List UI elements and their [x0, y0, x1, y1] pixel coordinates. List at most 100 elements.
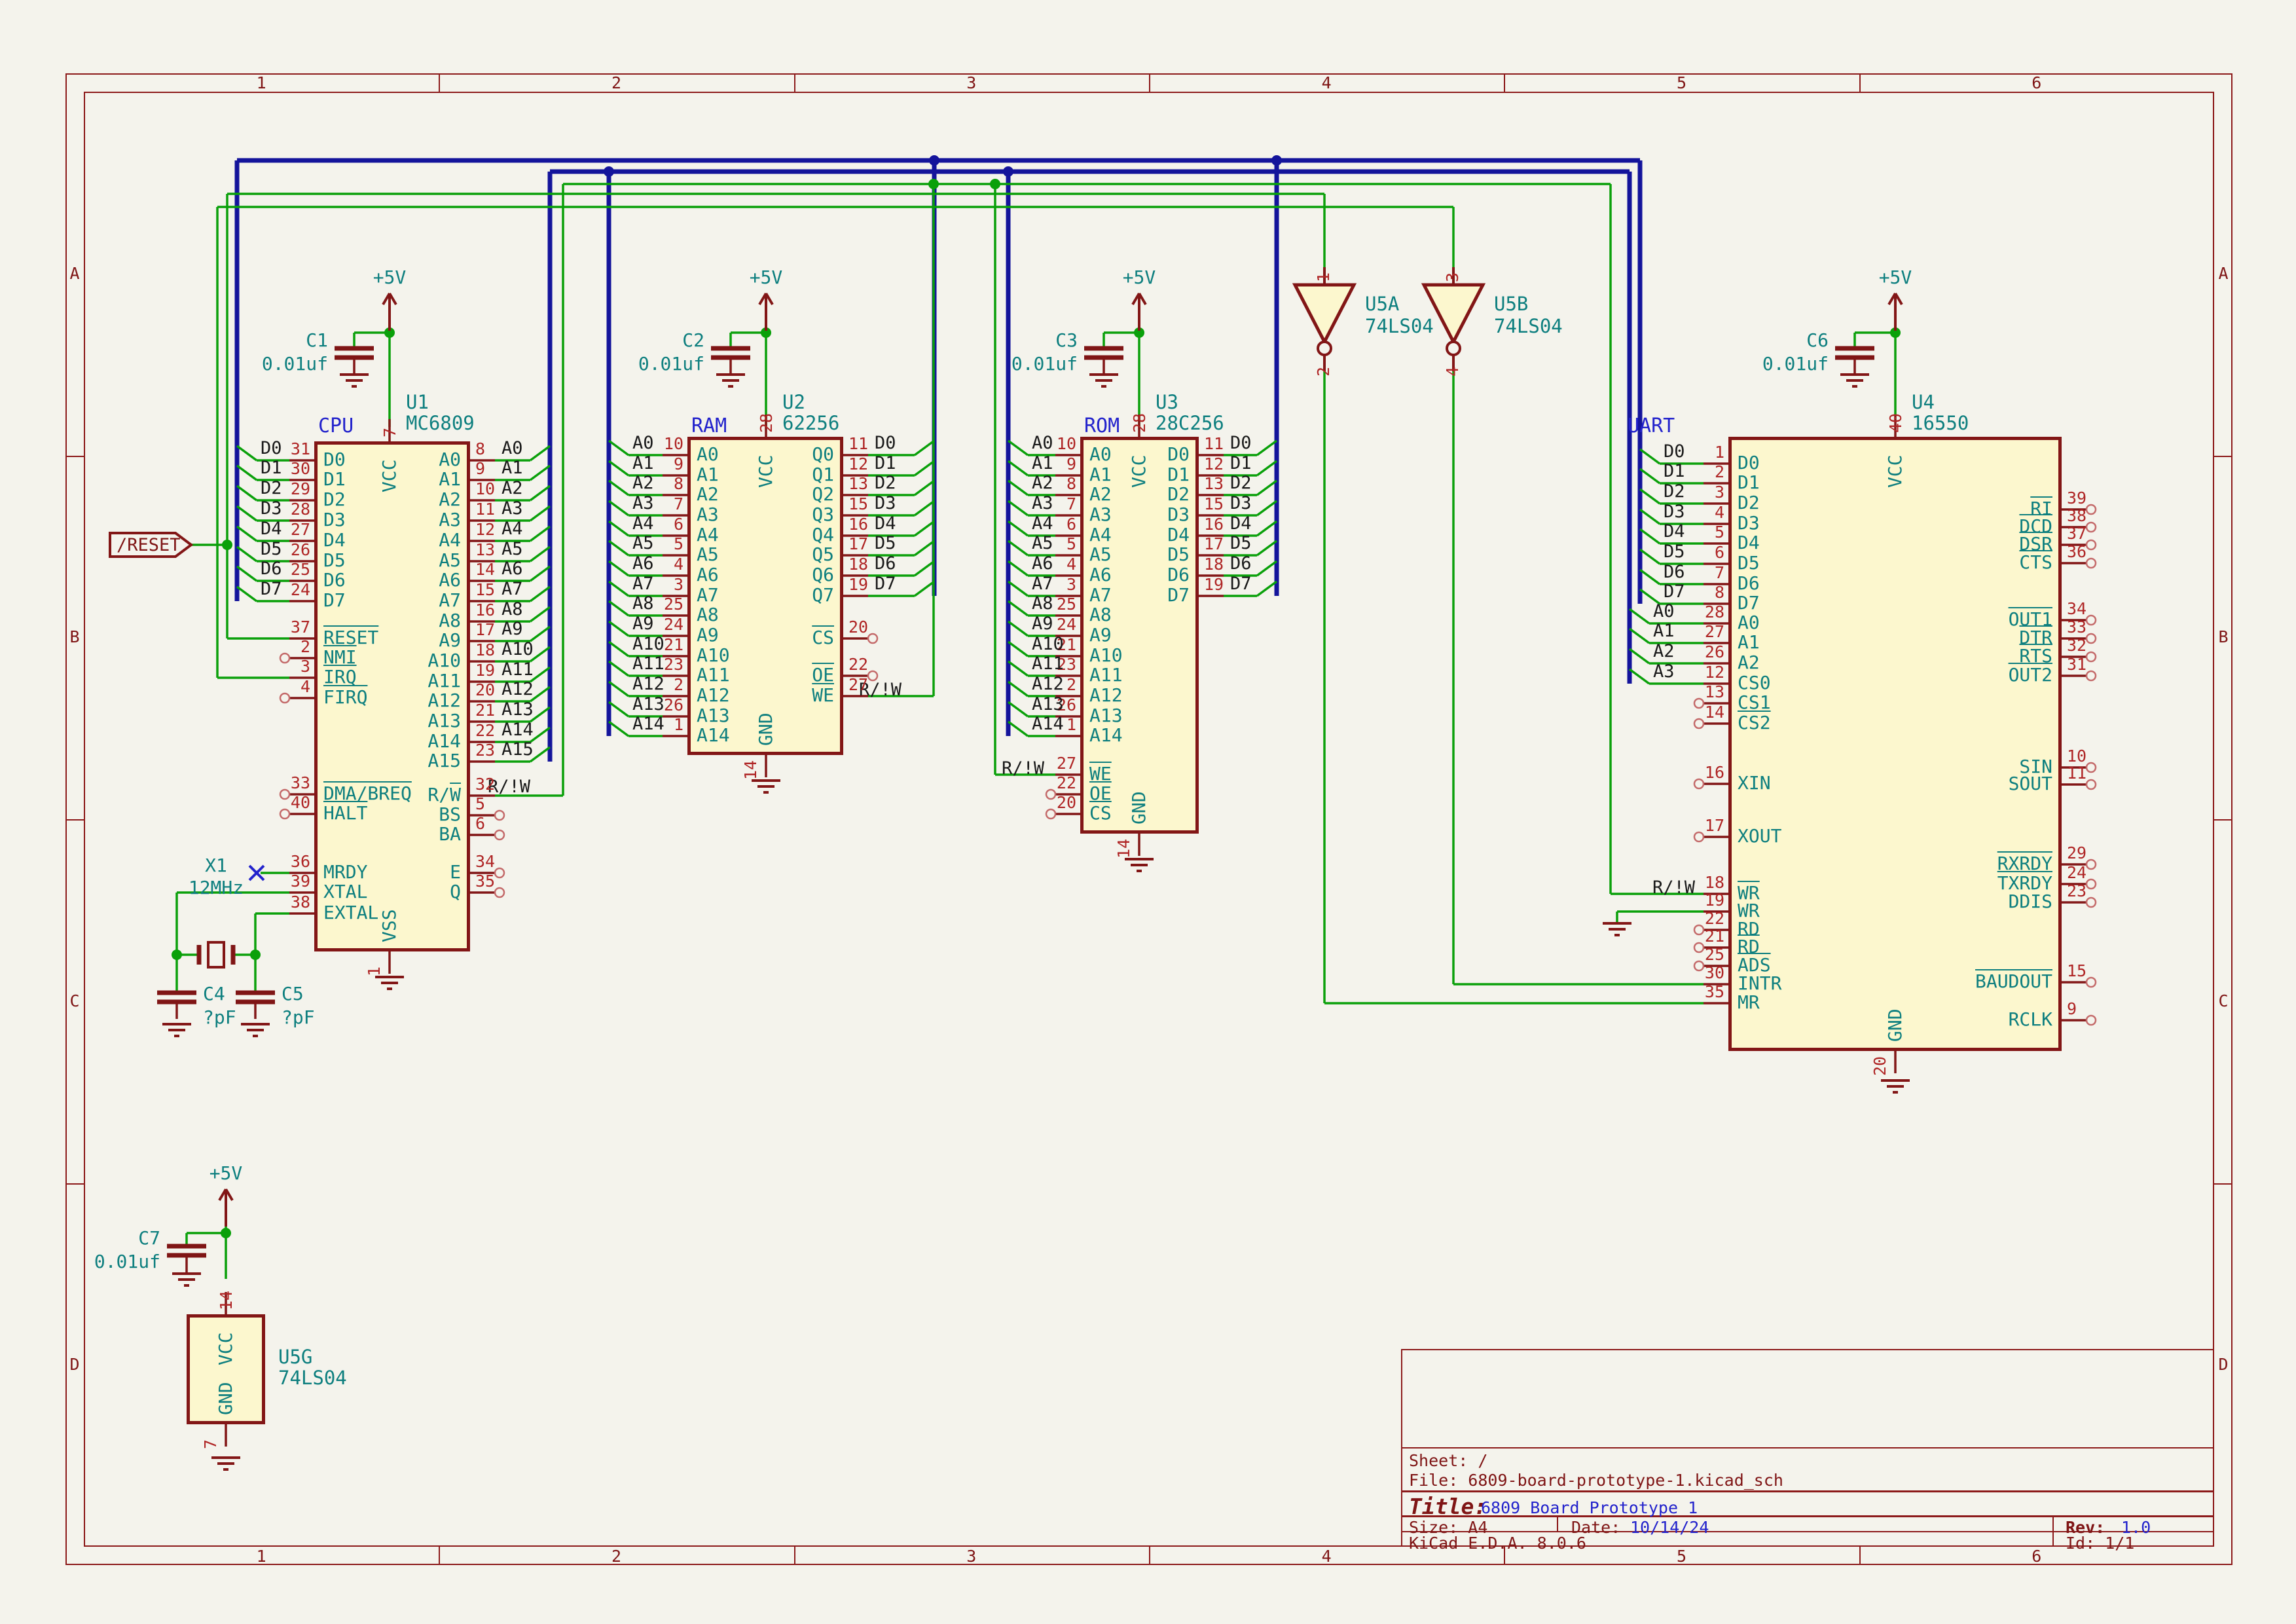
- title-block-date-value: 10/14/24: [1630, 1519, 1709, 1536]
- net-label: A9: [501, 620, 547, 638]
- pin-name: Q4: [733, 526, 834, 544]
- pin-number: 40: [1887, 413, 1904, 433]
- pin-name: E: [360, 863, 461, 881]
- ram-reference: U2: [782, 393, 805, 412]
- rom-value: 28C256: [1156, 414, 1224, 433]
- pin-name: D1: [323, 470, 346, 489]
- pin-name: Q1: [733, 466, 834, 484]
- pin-name: VCC: [1886, 454, 1904, 488]
- pin-name: CS: [733, 629, 834, 647]
- pin-number: 38: [261, 894, 310, 910]
- net-label: A11: [1032, 655, 1064, 673]
- pin-number: 20: [1872, 1056, 1888, 1076]
- net-label: A8: [632, 595, 654, 612]
- net-label: A13: [501, 701, 547, 718]
- capacitor-value: 0.01uf: [979, 355, 1078, 373]
- pin-name: WE: [1089, 765, 1112, 783]
- frame-tick: [794, 73, 795, 92]
- pin-name: D5: [1089, 545, 1190, 564]
- net-label: A1: [632, 454, 654, 472]
- pin-name: D0: [323, 451, 346, 469]
- inverter-value: 74LS04: [1365, 317, 1434, 336]
- frame-tick: [2214, 819, 2232, 821]
- schematic-sheet: 112233445566AABBCCDD Sheet: / File: 6809…: [0, 0, 2296, 1624]
- title-block-app: KiCad E.D.A. 8.0.6: [1409, 1535, 1586, 1551]
- pin-number: 33: [261, 775, 310, 791]
- pin-name: CS: [1089, 804, 1112, 822]
- pin-name: VCC: [217, 1332, 235, 1365]
- net-label: D4: [261, 520, 282, 538]
- net-label: A0: [501, 439, 547, 457]
- pin-name: DSR: [1952, 535, 2052, 553]
- pin-name: A10: [1089, 646, 1123, 665]
- inverter-ref: U5B: [1494, 295, 1528, 314]
- net-label: A1: [1653, 622, 1675, 640]
- frame-tick: [1859, 1547, 1861, 1565]
- net-label: A12: [1032, 675, 1064, 693]
- pin-number: 27: [848, 676, 894, 693]
- net-label: D3: [1230, 494, 1276, 512]
- pin-name: A12: [360, 692, 461, 710]
- power-flag-label: +5V: [363, 268, 416, 287]
- capacitor-ref: C1: [230, 331, 328, 350]
- pin-name: A1: [1738, 633, 1760, 652]
- pin-name: D5: [1738, 554, 1760, 572]
- pin-number: 32: [2067, 637, 2113, 654]
- net-label: A11: [632, 655, 665, 673]
- pin-name: Q6: [733, 566, 834, 584]
- net-label: A5: [632, 534, 654, 552]
- pin-name: D1: [1738, 473, 1760, 492]
- uart-label: UART: [1628, 416, 1675, 436]
- net-label: A13: [632, 695, 665, 713]
- net-label: D2: [875, 474, 920, 492]
- pin-name: D2: [1089, 485, 1190, 504]
- net-label: D3: [1664, 503, 1685, 521]
- capacitor-ref: C5: [282, 985, 304, 1003]
- net-label: D4: [875, 515, 920, 532]
- net-label: A4: [632, 515, 654, 532]
- frame-coordinate-label: 1: [248, 75, 274, 91]
- pin-name: Q5: [733, 545, 834, 564]
- pin-number: 14: [1675, 704, 1724, 720]
- frame-tick: [65, 1183, 84, 1185]
- net-label: A5: [501, 540, 547, 558]
- cpu-label: CPU: [318, 416, 354, 436]
- pin-number: 4: [1444, 367, 1461, 377]
- frame-tick: [1859, 73, 1861, 92]
- frame-coordinate-label: 3: [958, 1548, 985, 1564]
- pin-number: 2: [261, 638, 310, 655]
- net-label: A2: [1032, 474, 1053, 492]
- power-flag-label: +5V: [1113, 268, 1165, 287]
- pin-name: IRQ: [323, 668, 357, 686]
- net-label: A12: [632, 675, 665, 693]
- net-label: D1: [1230, 454, 1276, 472]
- net-label: D6: [875, 555, 920, 572]
- pin-number: 14: [1116, 839, 1132, 858]
- pin-name: A0: [1738, 614, 1760, 632]
- pin-name: D7: [323, 591, 346, 610]
- pin-name: D6: [1738, 574, 1760, 593]
- net-label: D2: [261, 479, 282, 497]
- net-label: A7: [501, 580, 547, 598]
- pin-name: WR: [1738, 902, 1760, 920]
- pin-number: 32: [475, 776, 521, 792]
- pin-name: SOUT: [1952, 775, 2052, 793]
- net-label: D6: [1230, 555, 1276, 572]
- net-label: D6: [1664, 563, 1685, 581]
- net-label: A0: [1653, 602, 1675, 620]
- net-label: A15: [501, 741, 547, 758]
- pin-name: A8: [360, 612, 461, 630]
- title-block-id: Id: 1/1: [2066, 1535, 2134, 1551]
- pin-name: D0: [1738, 454, 1760, 472]
- capacitor-ref: C2: [606, 331, 704, 350]
- pin-number: 5: [475, 796, 521, 812]
- pin-name: A2: [1738, 654, 1760, 672]
- pin-name: GND: [757, 712, 775, 746]
- pin-number: 27: [1675, 623, 1724, 640]
- net-label: D0: [1664, 443, 1685, 460]
- net-label: D2: [1230, 474, 1276, 492]
- pin-name: A9: [697, 626, 719, 644]
- pin-name: D2: [1738, 494, 1760, 512]
- net-label: A13: [1032, 695, 1064, 713]
- ram-label: RAM: [691, 416, 727, 436]
